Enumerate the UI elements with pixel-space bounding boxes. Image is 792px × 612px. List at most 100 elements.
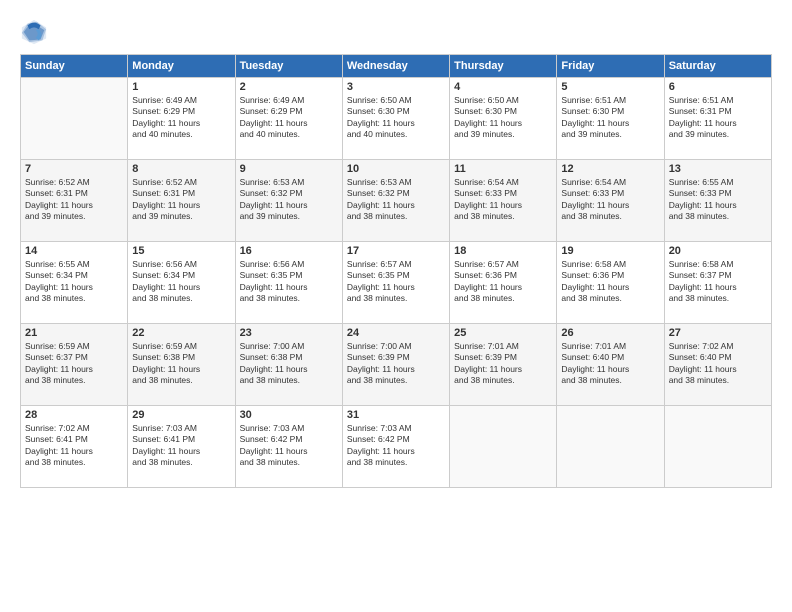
day-info: Sunrise: 6:56 AMSunset: 6:35 PMDaylight:…: [240, 259, 338, 305]
day-number: 16: [240, 245, 338, 257]
calendar-cell: 10 Sunrise: 6:53 AMSunset: 6:32 PMDayligh…: [342, 160, 449, 242]
day-info: Sunrise: 7:02 AMSunset: 6:41 PMDaylight:…: [25, 423, 123, 469]
header: [20, 18, 772, 46]
day-info: Sunrise: 7:00 AMSunset: 6:38 PMDaylight:…: [240, 341, 338, 387]
calendar-week-row: 14 Sunrise: 6:55 AMSunset: 6:34 PMDayligh…: [21, 242, 772, 324]
day-info: Sunrise: 6:49 AMSunset: 6:29 PMDaylight:…: [240, 95, 338, 141]
day-info: Sunrise: 6:50 AMSunset: 6:30 PMDaylight:…: [454, 95, 552, 141]
calendar-cell: 20 Sunrise: 6:58 AMSunset: 6:37 PMDayligh…: [664, 242, 771, 324]
calendar-cell: [21, 78, 128, 160]
day-number: 20: [669, 245, 767, 257]
calendar-week-row: 7 Sunrise: 6:52 AMSunset: 6:31 PMDaylight…: [21, 160, 772, 242]
day-info: Sunrise: 6:53 AMSunset: 6:32 PMDaylight:…: [347, 177, 445, 223]
calendar-cell: 23Sunrise: 7:00 AMSunset: 6:38 PMDayligh…: [235, 324, 342, 406]
day-info: Sunrise: 6:55 AMSunset: 6:33 PMDaylight:…: [669, 177, 767, 223]
calendar-cell: 19Sunrise: 6:58 AMSunset: 6:36 PMDayligh…: [557, 242, 664, 324]
day-info: Sunrise: 6:50 AMSunset: 6:30 PMDaylight:…: [347, 95, 445, 141]
calendar-cell: 22Sunrise: 6:59 AMSunset: 6:38 PMDayligh…: [128, 324, 235, 406]
day-info: Sunrise: 7:01 AMSunset: 6:39 PMDaylight:…: [454, 341, 552, 387]
page: SundayMondayTuesdayWednesdayThursdayFrid…: [0, 0, 792, 612]
day-number: 26: [561, 327, 659, 339]
day-number: 11: [454, 163, 552, 175]
calendar-cell: 28 Sunrise: 7:02 AMSunset: 6:41 PMDayligh…: [21, 406, 128, 488]
calendar-cell: 29 Sunrise: 7:03 AMSunset: 6:41 PMDayligh…: [128, 406, 235, 488]
day-info: Sunrise: 7:02 AMSunset: 6:40 PMDaylight:…: [669, 341, 767, 387]
calendar-cell: 31 Sunrise: 7:03 AMSunset: 6:42 PMDayligh…: [342, 406, 449, 488]
day-number: 7: [25, 163, 123, 175]
calendar-cell: 13 Sunrise: 6:55 AMSunset: 6:33 PMDayligh…: [664, 160, 771, 242]
calendar-week-row: 28 Sunrise: 7:02 AMSunset: 6:41 PMDayligh…: [21, 406, 772, 488]
calendar-week-row: 1 Sunrise: 6:49 AMSunset: 6:29 PMDaylight…: [21, 78, 772, 160]
day-number: 1: [132, 81, 230, 93]
day-number: 2: [240, 81, 338, 93]
day-info: Sunrise: 6:55 AMSunset: 6:34 PMDaylight:…: [25, 259, 123, 305]
calendar-cell: 5 Sunrise: 6:51 AMSunset: 6:30 PMDaylight…: [557, 78, 664, 160]
day-number: 4: [454, 81, 552, 93]
calendar-cell: 21 Sunrise: 6:59 AMSunset: 6:37 PMDayligh…: [21, 324, 128, 406]
day-info: Sunrise: 6:52 AMSunset: 6:31 PMDaylight:…: [132, 177, 230, 223]
day-info: Sunrise: 7:03 AMSunset: 6:42 PMDaylight:…: [240, 423, 338, 469]
calendar-cell: 16 Sunrise: 6:56 AMSunset: 6:35 PMDayligh…: [235, 242, 342, 324]
calendar-cell: 27 Sunrise: 7:02 AMSunset: 6:40 PMDayligh…: [664, 324, 771, 406]
col-header-wednesday: Wednesday: [342, 55, 449, 78]
calendar-cell: [557, 406, 664, 488]
calendar-cell: 9 Sunrise: 6:53 AMSunset: 6:32 PMDaylight…: [235, 160, 342, 242]
day-info: Sunrise: 6:58 AMSunset: 6:36 PMDaylight:…: [561, 259, 659, 305]
calendar-cell: 14 Sunrise: 6:55 AMSunset: 6:34 PMDayligh…: [21, 242, 128, 324]
calendar-cell: 8 Sunrise: 6:52 AMSunset: 6:31 PMDaylight…: [128, 160, 235, 242]
day-info: Sunrise: 6:54 AMSunset: 6:33 PMDaylight:…: [561, 177, 659, 223]
calendar-cell: 3 Sunrise: 6:50 AMSunset: 6:30 PMDaylight…: [342, 78, 449, 160]
calendar-cell: [664, 406, 771, 488]
col-header-tuesday: Tuesday: [235, 55, 342, 78]
calendar-cell: 6 Sunrise: 6:51 AMSunset: 6:31 PMDaylight…: [664, 78, 771, 160]
day-number: 5: [561, 81, 659, 93]
day-info: Sunrise: 6:53 AMSunset: 6:32 PMDaylight:…: [240, 177, 338, 223]
logo-icon: [20, 18, 48, 46]
day-number: 28: [25, 409, 123, 421]
col-header-saturday: Saturday: [664, 55, 771, 78]
col-header-friday: Friday: [557, 55, 664, 78]
day-number: 21: [25, 327, 123, 339]
day-number: 27: [669, 327, 767, 339]
day-number: 18: [454, 245, 552, 257]
day-info: Sunrise: 6:59 AMSunset: 6:38 PMDaylight:…: [132, 341, 230, 387]
day-info: Sunrise: 6:58 AMSunset: 6:37 PMDaylight:…: [669, 259, 767, 305]
day-info: Sunrise: 6:52 AMSunset: 6:31 PMDaylight:…: [25, 177, 123, 223]
day-info: Sunrise: 6:59 AMSunset: 6:37 PMDaylight:…: [25, 341, 123, 387]
day-info: Sunrise: 7:03 AMSunset: 6:41 PMDaylight:…: [132, 423, 230, 469]
calendar-header-row: SundayMondayTuesdayWednesdayThursdayFrid…: [21, 55, 772, 78]
day-info: Sunrise: 7:03 AMSunset: 6:42 PMDaylight:…: [347, 423, 445, 469]
day-number: 30: [240, 409, 338, 421]
calendar-cell: 1Sunrise: 6:49 AMSunset: 6:29 PMDaylight…: [128, 78, 235, 160]
day-info: Sunrise: 6:57 AMSunset: 6:35 PMDaylight:…: [347, 259, 445, 305]
calendar-cell: 15 Sunrise: 6:56 AMSunset: 6:34 PMDayligh…: [128, 242, 235, 324]
day-number: 15: [132, 245, 230, 257]
day-number: 24: [347, 327, 445, 339]
day-number: 8: [132, 163, 230, 175]
day-number: 31: [347, 409, 445, 421]
logo: [20, 18, 52, 46]
calendar-cell: 11 Sunrise: 6:54 AMSunset: 6:33 PMDayligh…: [450, 160, 557, 242]
day-number: 12: [561, 163, 659, 175]
calendar-table: SundayMondayTuesdayWednesdayThursdayFrid…: [20, 54, 772, 488]
col-header-sunday: Sunday: [21, 55, 128, 78]
day-number: 6: [669, 81, 767, 93]
calendar-cell: 4 Sunrise: 6:50 AMSunset: 6:30 PMDaylight…: [450, 78, 557, 160]
day-number: 3: [347, 81, 445, 93]
day-number: 29: [132, 409, 230, 421]
day-number: 9: [240, 163, 338, 175]
day-info: Sunrise: 6:56 AMSunset: 6:34 PMDaylight:…: [132, 259, 230, 305]
calendar-cell: 18 Sunrise: 6:57 AMSunset: 6:36 PMDayligh…: [450, 242, 557, 324]
day-number: 10: [347, 163, 445, 175]
day-info: Sunrise: 6:51 AMSunset: 6:30 PMDaylight:…: [561, 95, 659, 141]
calendar-cell: 7 Sunrise: 6:52 AMSunset: 6:31 PMDaylight…: [21, 160, 128, 242]
day-number: 13: [669, 163, 767, 175]
day-info: Sunrise: 6:51 AMSunset: 6:31 PMDaylight:…: [669, 95, 767, 141]
day-number: 14: [25, 245, 123, 257]
day-info: Sunrise: 6:54 AMSunset: 6:33 PMDaylight:…: [454, 177, 552, 223]
day-info: Sunrise: 7:00 AMSunset: 6:39 PMDaylight:…: [347, 341, 445, 387]
calendar-cell: 2 Sunrise: 6:49 AMSunset: 6:29 PMDaylight…: [235, 78, 342, 160]
day-info: Sunrise: 6:57 AMSunset: 6:36 PMDaylight:…: [454, 259, 552, 305]
day-number: 17: [347, 245, 445, 257]
calendar-cell: 12 Sunrise: 6:54 AMSunset: 6:33 PMDayligh…: [557, 160, 664, 242]
